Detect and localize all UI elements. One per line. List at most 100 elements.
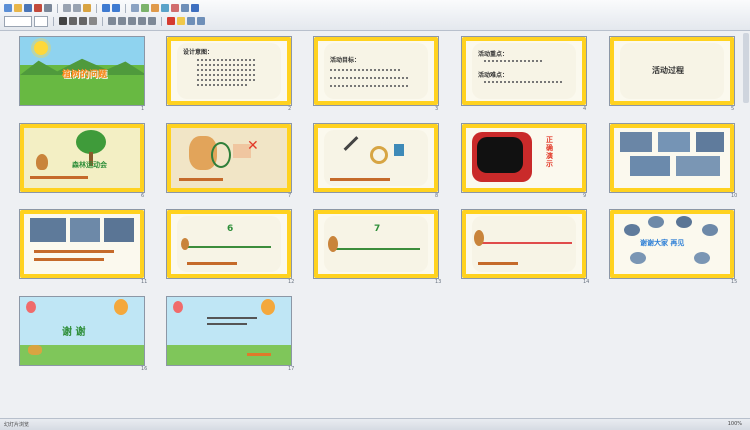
bold-icon[interactable] [59, 17, 67, 25]
slide-3-title: 活动目标： [330, 57, 361, 64]
ribbon-toolbar [0, 0, 750, 31]
slide-thumbnail-5[interactable]: 活动过程 [609, 36, 735, 106]
tree-crown [76, 130, 106, 154]
undo-icon[interactable] [102, 4, 110, 12]
text-line [187, 262, 237, 265]
slide-sorter-area: 植树的问题 1 设计意图： 2 活动目标： 3 活动重点： 活动难点： 4 活动… [0, 31, 750, 418]
slide-2-title: 设计意图： [183, 49, 214, 56]
bullets-icon[interactable] [138, 17, 146, 25]
print-icon[interactable] [44, 4, 52, 12]
photo [676, 156, 720, 176]
toolbar-separator [57, 3, 58, 13]
chart-icon[interactable] [151, 4, 159, 12]
photo [620, 132, 652, 152]
slide-15-title: 谢谢大家 再见 [640, 239, 685, 247]
text-line [34, 258, 104, 261]
toolbar-row-1 [4, 2, 199, 14]
slide-thumbnail-15[interactable]: 谢谢大家 再见 [609, 209, 735, 279]
photo [630, 156, 670, 176]
numbering-icon[interactable] [148, 17, 156, 25]
slide-number: 17 [288, 366, 295, 372]
font-size-box[interactable] [34, 15, 48, 27]
slide-thumbnail-9[interactable]: 正确演示 [461, 123, 587, 193]
slide-thumbnail-1[interactable]: 植树的问题 [19, 36, 145, 106]
slide-thumbnail-8[interactable] [313, 123, 439, 193]
slide-number: 10 [731, 193, 738, 199]
shadow-icon[interactable] [89, 17, 97, 25]
slide-6-title: 森林运动会 [72, 161, 107, 169]
slide-number: 1 [141, 106, 145, 112]
photo [658, 132, 690, 152]
slideshow-icon[interactable] [171, 4, 179, 12]
zoom-icon[interactable] [181, 4, 189, 12]
text-line [478, 262, 518, 265]
slide-number: 2 [288, 106, 292, 112]
text-line [330, 85, 410, 87]
slide-thumbnail-14[interactable] [461, 209, 587, 279]
copy-icon[interactable] [73, 4, 81, 12]
toolbar-separator [102, 16, 103, 26]
toolbar-separator [161, 16, 162, 26]
vertical-scrollbar-thumb[interactable] [743, 33, 749, 103]
zoom-level[interactable]: 100% [728, 421, 742, 427]
ruler-icon [394, 144, 404, 156]
slide-thumbnail-4[interactable]: 活动重点： 活动难点： [461, 36, 587, 106]
sun-icon [34, 41, 48, 55]
open-icon[interactable] [14, 4, 22, 12]
slide-thumbnail-17[interactable] [166, 296, 292, 366]
toolbar-separator [125, 3, 126, 13]
slide-number: 11 [141, 279, 148, 285]
table-icon[interactable] [131, 4, 139, 12]
align-right-icon[interactable] [128, 17, 136, 25]
status-bar: 幻灯片浏览 100% [0, 418, 750, 430]
cut-icon[interactable] [63, 4, 71, 12]
font-name-box[interactable] [4, 15, 32, 27]
monkey-figure [474, 230, 484, 246]
text-line [197, 74, 257, 76]
slide-number: 5 [731, 106, 735, 112]
hot-air-balloon-icon [114, 299, 128, 315]
slide-number: 4 [583, 106, 587, 112]
pdf-icon[interactable] [34, 4, 42, 12]
balloon-icon [173, 301, 183, 313]
photo [696, 132, 724, 152]
paste-icon[interactable] [83, 4, 91, 12]
slide-9-title: 正确演示 [546, 136, 553, 168]
align-center-icon[interactable] [118, 17, 126, 25]
picture-icon[interactable] [141, 4, 149, 12]
slide-16-title: 谢 谢 [62, 327, 86, 338]
underline-icon[interactable] [79, 17, 87, 25]
tape-measure-icon [370, 146, 388, 164]
slide-thumbnail-7[interactable]: ✕ [166, 123, 292, 193]
slide-thumbnail-13[interactable]: 7 [313, 209, 439, 279]
slide-number: 3 [435, 106, 439, 112]
redo-icon[interactable] [112, 4, 120, 12]
slide-thumbnail-6[interactable]: 森林运动会 [19, 123, 145, 193]
text-line [330, 77, 410, 79]
slide-number: 14 [583, 279, 590, 285]
text-line [207, 323, 247, 325]
new-slide-icon[interactable] [197, 17, 205, 25]
slide-thumbnail-10[interactable] [609, 123, 735, 193]
slide-12-number-label: 6 [227, 224, 234, 234]
balloon-icon [26, 301, 36, 313]
slide-thumbnail-3[interactable]: 活动目标： [313, 36, 439, 106]
number-line [482, 242, 572, 244]
font-color-icon[interactable] [167, 17, 175, 25]
align-left-icon[interactable] [108, 17, 116, 25]
slide-thumbnail-12[interactable]: 6 [166, 209, 292, 279]
design-icon[interactable] [187, 17, 195, 25]
highlight-icon[interactable] [177, 17, 185, 25]
slide-thumbnail-11[interactable] [19, 209, 145, 279]
new-icon[interactable] [4, 4, 12, 12]
slide-thumbnail-16[interactable]: 谢 谢 [19, 296, 145, 366]
italic-icon[interactable] [69, 17, 77, 25]
toolbar-row-2 [4, 15, 205, 27]
photo [104, 218, 134, 242]
red-x-icon: ✕ [247, 138, 259, 154]
slide-thumbnail-2[interactable]: 设计意图： [166, 36, 292, 106]
camel-figure [28, 345, 42, 355]
help-icon[interactable] [191, 4, 199, 12]
shape-icon[interactable] [161, 4, 169, 12]
save-icon[interactable] [24, 4, 32, 12]
